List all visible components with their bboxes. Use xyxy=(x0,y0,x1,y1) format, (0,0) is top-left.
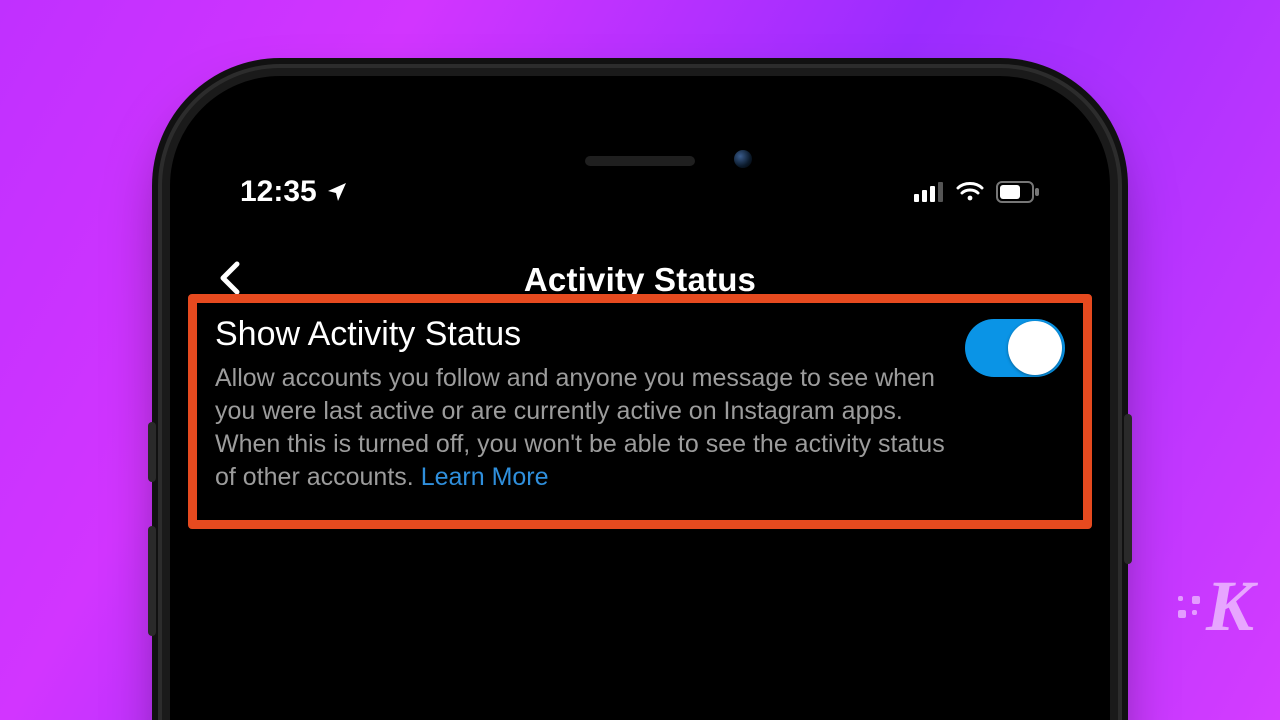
activity-status-toggle[interactable] xyxy=(965,319,1065,377)
phone-side-button xyxy=(148,422,156,482)
status-time: 12:35 xyxy=(240,175,317,209)
location-arrow-icon xyxy=(325,180,349,204)
activity-status-setting-row: Show Activity Status Allow accounts you … xyxy=(215,315,1065,494)
setting-title: Show Activity Status xyxy=(215,315,945,354)
status-bar: 12:35 xyxy=(170,170,1110,214)
battery-icon xyxy=(996,181,1040,203)
phone-side-button xyxy=(1124,414,1132,564)
learn-more-link[interactable]: Learn More xyxy=(421,463,549,491)
phone-frame: 12:35 xyxy=(170,76,1110,720)
setting-description-text: Allow accounts you follow and anyone you… xyxy=(215,364,945,491)
wifi-icon xyxy=(956,182,984,202)
setting-description: Allow accounts you follow and anyone you… xyxy=(215,362,945,494)
watermark: K xyxy=(1178,565,1250,648)
toggle-knob xyxy=(1008,321,1062,375)
watermark-letter: K xyxy=(1206,565,1250,648)
cellular-signal-icon xyxy=(914,182,944,202)
phone-side-button xyxy=(148,526,156,636)
highlight-annotation: Show Activity Status Allow accounts you … xyxy=(188,294,1092,529)
